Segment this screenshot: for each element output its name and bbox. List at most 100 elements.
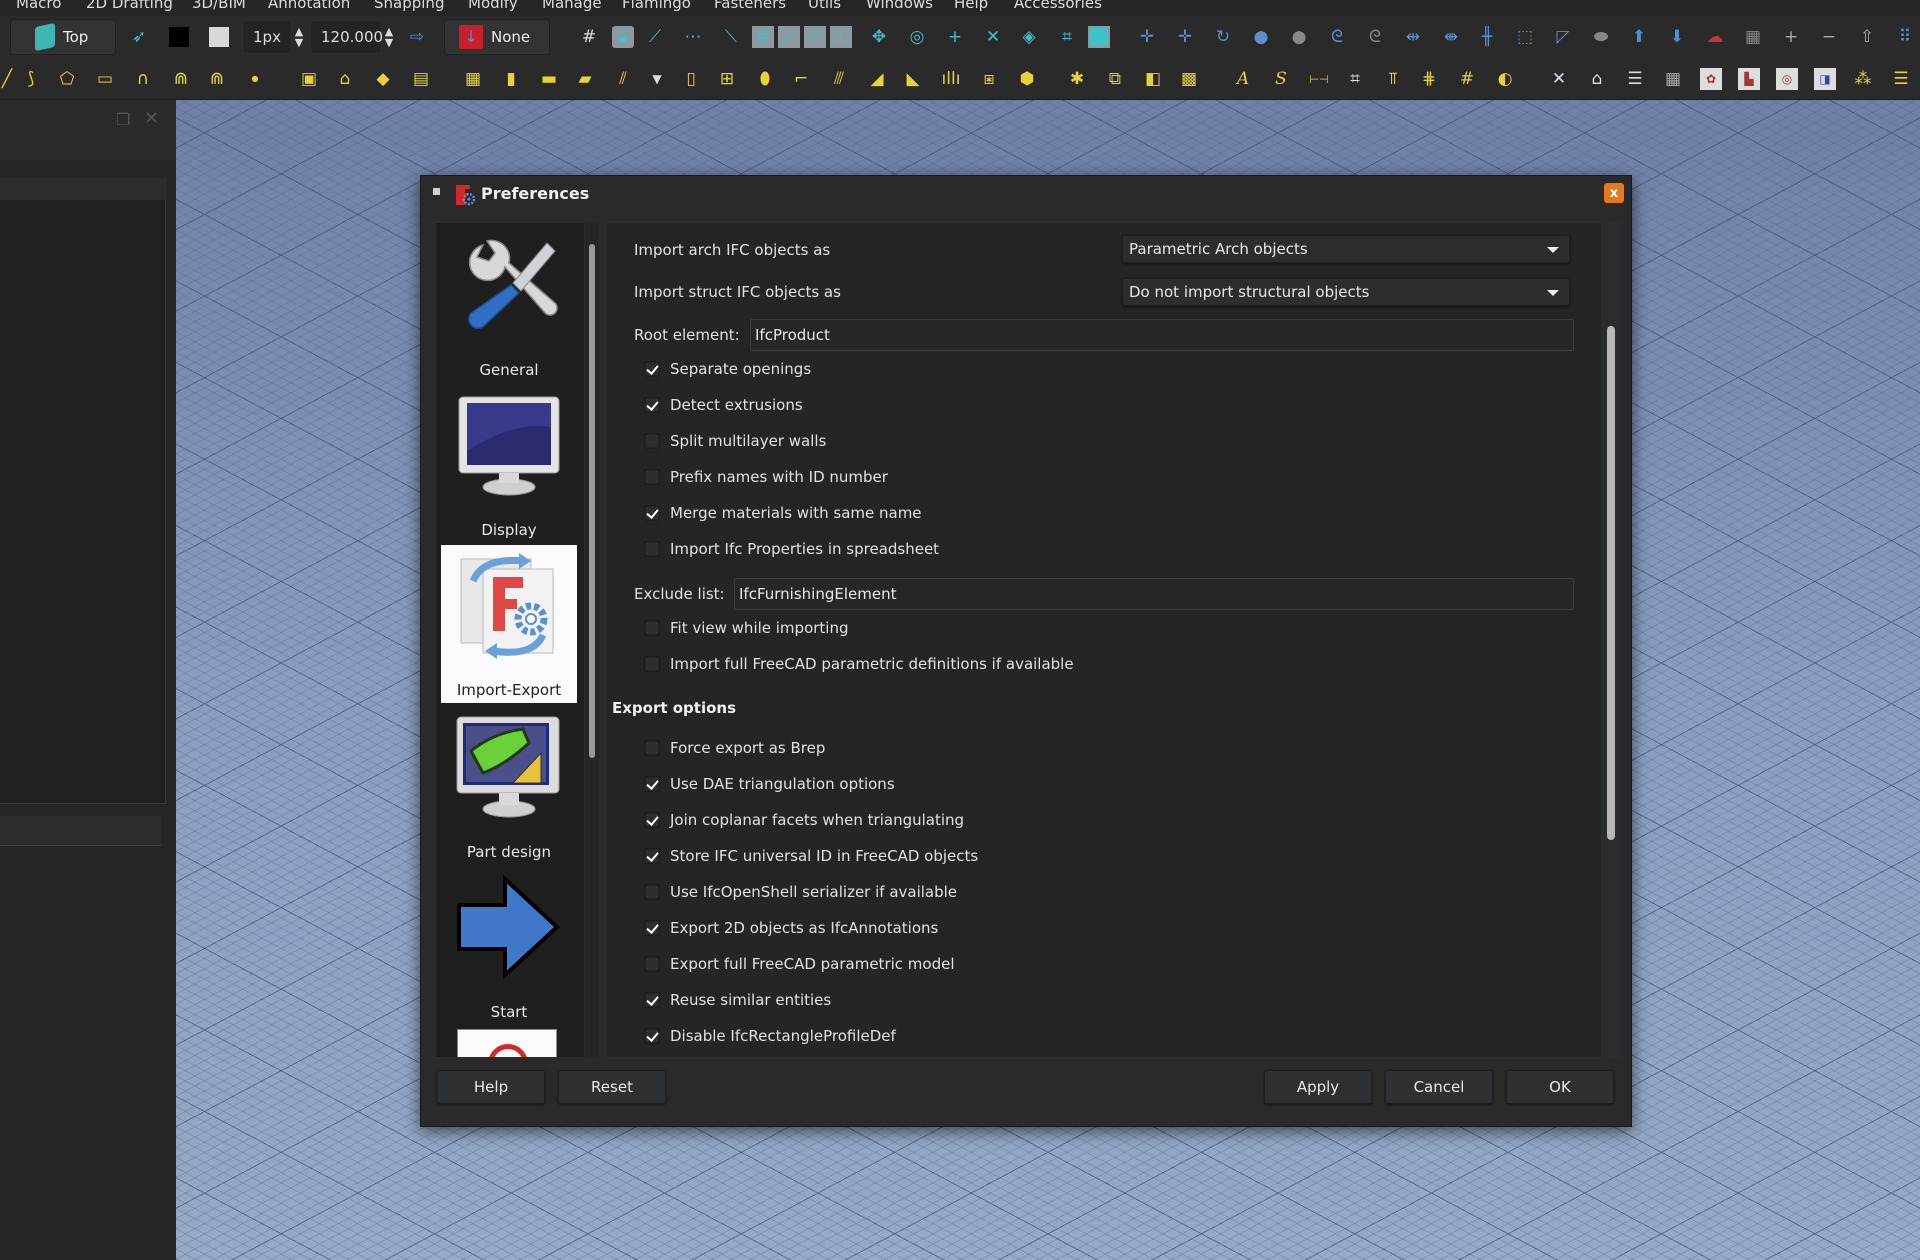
snap-near-icon[interactable]: ◎: [906, 26, 928, 48]
line-width-stepper[interactable]: ▲ ▼: [288, 26, 310, 48]
schedule-icon[interactable]: ⌂: [1586, 68, 1608, 90]
snap-perpendicular-icon[interactable]: ⊥: [830, 26, 852, 48]
checkbox-force-brep[interactable]: Force export as Brep: [644, 739, 825, 757]
section-plane-icon[interactable]: ◐: [1494, 68, 1516, 90]
checkbox[interactable]: [644, 740, 660, 756]
ifc-chart-icon[interactable]: ▙: [1738, 68, 1760, 90]
import-struct-combo[interactable]: Do not import structural objects: [1122, 278, 1570, 306]
snap-working-plane-icon[interactable]: ◈: [1018, 26, 1040, 48]
checkbox-fit-view[interactable]: Fit view while importing: [644, 619, 849, 637]
checkbox[interactable]: [644, 776, 660, 792]
category-import-export[interactable]: Import-Export: [441, 545, 577, 703]
checkbox[interactable]: [644, 956, 660, 972]
bezier-tool-icon[interactable]: ⋒: [170, 68, 192, 90]
menu-fasteners[interactable]: Fasteners: [714, 0, 786, 12]
arc-tool-icon[interactable]: ∩: [132, 68, 154, 90]
axis-icon[interactable]: ⫪: [1382, 68, 1404, 90]
window-icon[interactable]: ⊞: [716, 68, 738, 90]
checkbox[interactable]: [644, 469, 660, 485]
checkbox[interactable]: [644, 812, 660, 828]
scrollbar-thumb[interactable]: [589, 244, 595, 758]
menu-utils[interactable]: Utils: [808, 0, 841, 12]
toggle-grid-icon[interactable]: [1088, 26, 1110, 48]
snap-center-icon[interactable]: ⟍: [720, 26, 742, 48]
scale-icon[interactable]: ⬚: [1514, 26, 1536, 48]
panel-icon[interactable]: ◧: [1142, 68, 1164, 90]
checkbox-split-multilayer-walls[interactable]: Split multilayer walls: [644, 432, 826, 450]
checkbox-ifcopenshell-serializer[interactable]: Use IfcOpenShell serializer if available: [644, 883, 957, 901]
apply-button[interactable]: Apply: [1264, 1070, 1372, 1104]
construction-mode-button[interactable]: ↓ None: [444, 19, 550, 55]
layers-icon[interactable]: ▦: [1742, 26, 1764, 48]
space-icon[interactable]: ▤: [410, 68, 432, 90]
rebar-icon[interactable]: ⫻: [828, 68, 850, 90]
trim-icon[interactable]: ╫: [1476, 26, 1498, 48]
grid-dots-icon[interactable]: ⠿: [1894, 26, 1916, 48]
column-icon[interactable]: ▮: [500, 68, 522, 90]
shapestring-icon[interactable]: S: [1270, 68, 1292, 90]
close-button[interactable]: x: [1604, 183, 1624, 203]
join-icon[interactable]: ⇼: [1440, 26, 1462, 48]
move-icon[interactable]: ✛: [1136, 26, 1158, 48]
category-general[interactable]: General: [441, 225, 577, 383]
beam-icon[interactable]: ▬: [538, 68, 560, 90]
exclude-list-input[interactable]: IfcFurnishingElement: [734, 578, 1574, 610]
array-icon[interactable]: ✛: [1174, 26, 1196, 48]
ifc-explorer-icon[interactable]: ✿: [1700, 68, 1722, 90]
menu-3d-bim[interactable]: 3D/BIM: [192, 0, 246, 12]
ifc-elements-icon[interactable]: ◨: [1814, 68, 1836, 90]
checkbox[interactable]: [644, 397, 660, 413]
menu-2d-drafting[interactable]: 2D Drafting: [86, 0, 173, 12]
hide-icon[interactable]: ●: [1288, 26, 1310, 48]
apply-style-icon[interactable]: ⇨: [406, 26, 428, 48]
snap-ortho-icon[interactable]: +: [944, 26, 966, 48]
checkbox[interactable]: [644, 1028, 660, 1044]
snap-extension-icon[interactable]: ⟋: [804, 26, 826, 48]
wire-tool-icon[interactable]: ⟆: [20, 68, 42, 90]
axis-system-icon[interactable]: ⋕: [1418, 68, 1440, 90]
checkbox-disable-rectangle-profile[interactable]: Disable IfcRectangleProfileDef: [644, 1027, 896, 1045]
up-arrow-icon[interactable]: ⬆: [1628, 26, 1650, 48]
grid-icon[interactable]: #: [578, 26, 600, 48]
float-panel-icon[interactable]: ❐: [116, 110, 130, 129]
checkbox[interactable]: [644, 505, 660, 521]
menu-macro[interactable]: Macro: [16, 0, 61, 12]
draft-to-sketch-icon[interactable]: ⬬: [1590, 26, 1612, 48]
line-tool-icon[interactable]: ╱: [0, 68, 18, 90]
working-plane-icon[interactable]: ➶: [128, 26, 150, 48]
checkbox-prefix-names[interactable]: Prefix names with ID number: [644, 468, 888, 486]
root-element-input[interactable]: IfcProduct: [750, 319, 1574, 351]
wall-icon[interactable]: ▦: [462, 68, 484, 90]
checkbox-detect-extrusions[interactable]: Detect extrusions: [644, 396, 803, 414]
snap-special-icon[interactable]: ✥: [868, 26, 890, 48]
checkbox-import-ifc-properties[interactable]: Import Ifc Properties in spreadsheet: [644, 540, 939, 558]
shape2d-icon[interactable]: ◸: [1552, 26, 1574, 48]
category-start[interactable]: Start: [441, 867, 577, 1025]
content-scrollbar[interactable]: [1601, 222, 1621, 1058]
line-width-input[interactable]: 1px: [242, 20, 292, 54]
pipe-elbow-icon[interactable]: ⌐: [790, 68, 812, 90]
font-size-input[interactable]: 120.000: [310, 20, 383, 54]
door-icon[interactable]: ▯: [680, 68, 702, 90]
list-icon[interactable]: ☰: [1890, 68, 1912, 90]
category-display[interactable]: Display: [441, 385, 577, 543]
snap-intersection-icon[interactable]: ✕: [982, 26, 1004, 48]
category-partial[interactable]: [441, 1029, 577, 1057]
label-icon[interactable]: ⌗: [1344, 68, 1366, 90]
snap-lock-icon[interactable]: 🔒︎: [612, 26, 634, 48]
cluster-icon[interactable]: ⁂: [1852, 68, 1874, 90]
snap-midpoint-icon[interactable]: ⋯: [682, 26, 704, 48]
close-panel-icon[interactable]: ✕: [144, 108, 159, 129]
rotate-icon[interactable]: ↻: [1212, 26, 1234, 48]
text-icon[interactable]: A: [1232, 68, 1254, 90]
checkbox-merge-materials[interactable]: Merge materials with same name: [644, 504, 922, 522]
checkbox[interactable]: [644, 884, 660, 900]
cancel-button[interactable]: Cancel: [1385, 1070, 1493, 1104]
checkbox-export-parametric[interactable]: Export full FreeCAD parametric model: [644, 955, 955, 973]
checkbox-store-ifc-id[interactable]: Store IFC universal ID in FreeCAD object…: [644, 847, 978, 865]
point-tool-icon[interactable]: ●: [244, 68, 266, 90]
snap-parallel-icon[interactable]: ⟋: [778, 26, 800, 48]
menu-flamingo[interactable]: Flamingo: [622, 0, 691, 12]
import-arch-combo[interactable]: Parametric Arch objects: [1122, 235, 1570, 263]
roof-icon[interactable]: ◢: [866, 68, 888, 90]
